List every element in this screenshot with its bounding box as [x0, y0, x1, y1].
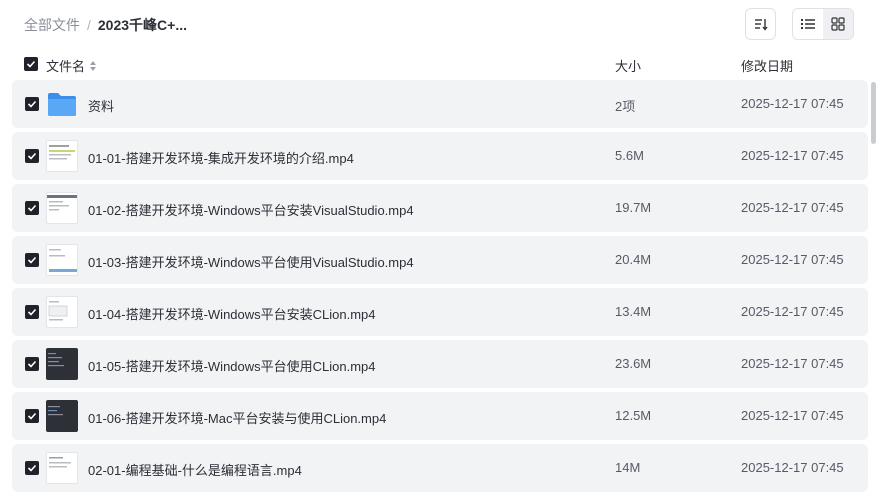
sort-button[interactable] — [745, 8, 776, 40]
check-icon — [27, 412, 37, 420]
file-size: 23.6M — [615, 356, 652, 371]
file-size: 19.7M — [615, 200, 652, 215]
table-row[interactable]: 01-05-搭建开发环境-Windows平台使用CLion.mp4 23.6M … — [12, 340, 868, 388]
file-size: 2项 — [615, 99, 636, 114]
column-header-name[interactable]: 文件名 — [46, 56, 97, 75]
file-size: 14M — [615, 460, 641, 475]
sort-toggle-icon — [90, 60, 97, 71]
folder-icon — [46, 88, 78, 120]
check-icon — [27, 100, 37, 108]
file-name[interactable]: 01-05-搭建开发环境-Windows平台使用CLion.mp4 — [88, 356, 376, 375]
breadcrumb-current: 2023千峰C+... — [97, 17, 187, 33]
table-row[interactable]: 01-01-搭建开发环境-集成开发环境的介绍.mp4 5.6M 2025-12-… — [12, 132, 868, 180]
column-header-name-label: 文件名 — [46, 59, 86, 74]
row-checkbox[interactable] — [25, 461, 39, 475]
video-thumbnail-icon — [46, 192, 78, 224]
row-checkbox[interactable] — [25, 201, 39, 215]
grid-view-icon — [831, 17, 845, 31]
table-header: 文件名 大小 修改日期 — [0, 50, 878, 78]
check-icon — [27, 152, 37, 160]
file-date: 2025-12-17 07:45 — [741, 408, 844, 423]
file-size: 13.4M — [615, 304, 652, 319]
check-icon — [27, 360, 37, 368]
table-row[interactable]: 01-06-搭建开发环境-Mac平台安装与使用CLion.mp4 12.5M 2… — [12, 392, 868, 440]
row-checkbox[interactable] — [25, 409, 39, 423]
grid-view-button[interactable] — [823, 9, 853, 39]
video-thumbnail-icon — [46, 348, 78, 380]
column-header-size[interactable]: 大小 — [615, 56, 641, 75]
row-checkbox[interactable] — [25, 97, 39, 111]
file-date: 2025-12-17 07:45 — [741, 148, 844, 163]
check-icon — [27, 308, 37, 316]
row-checkbox[interactable] — [25, 305, 39, 319]
top-bar: 全部文件 / 2023千峰C+... — [0, 0, 878, 48]
row-checkbox[interactable] — [25, 253, 39, 267]
file-name[interactable]: 01-06-搭建开发环境-Mac平台安装与使用CLion.mp4 — [88, 408, 386, 427]
table-row[interactable]: 01-04-搭建开发环境-Windows平台安装CLion.mp4 13.4M … — [12, 288, 868, 336]
file-name[interactable]: 02-01-编程基础-什么是编程语言.mp4 — [88, 460, 302, 479]
file-date: 2025-12-17 07:45 — [741, 252, 844, 267]
breadcrumb: 全部文件 / 2023千峰C+... — [24, 15, 187, 35]
check-icon — [26, 60, 36, 68]
row-checkbox[interactable] — [25, 357, 39, 371]
breadcrumb-root[interactable]: 全部文件 — [24, 15, 80, 35]
file-date: 2025-12-17 07:45 — [741, 460, 844, 475]
column-header-date[interactable]: 修改日期 — [741, 56, 793, 75]
check-icon — [27, 204, 37, 212]
table-row[interactable]: 01-02-搭建开发环境-Windows平台安装VisualStudio.mp4… — [12, 184, 868, 232]
row-checkbox[interactable] — [25, 149, 39, 163]
video-thumbnail-icon — [46, 140, 78, 172]
video-thumbnail-icon — [46, 400, 78, 432]
file-size: 12.5M — [615, 408, 652, 423]
file-name[interactable]: 01-02-搭建开发环境-Windows平台安装VisualStudio.mp4 — [88, 200, 414, 219]
list-view-button[interactable] — [793, 9, 823, 39]
table-row[interactable]: 资料 2项 2025-12-17 07:45 — [12, 80, 868, 128]
file-date: 2025-12-17 07:45 — [741, 200, 844, 215]
file-date: 2025-12-17 07:45 — [741, 304, 844, 319]
sort-icon — [754, 19, 768, 31]
file-name[interactable]: 01-01-搭建开发环境-集成开发环境的介绍.mp4 — [88, 148, 354, 167]
table-row[interactable]: 02-01-编程基础-什么是编程语言.mp4 14M 2025-12-17 07… — [12, 444, 868, 492]
file-name[interactable]: 资料 — [88, 96, 114, 115]
scrollbar-thumb[interactable] — [871, 82, 876, 144]
file-name[interactable]: 01-03-搭建开发环境-Windows平台使用VisualStudio.mp4 — [88, 252, 414, 271]
file-date: 2025-12-17 07:45 — [741, 96, 844, 111]
video-thumbnail-icon — [46, 244, 78, 276]
check-icon — [27, 464, 37, 472]
file-size: 20.4M — [615, 252, 652, 267]
list-view-icon — [801, 19, 815, 29]
check-icon — [27, 256, 37, 264]
breadcrumb-separator: / — [87, 17, 91, 33]
file-name[interactable]: 01-04-搭建开发环境-Windows平台安装CLion.mp4 — [88, 304, 376, 323]
select-all-checkbox[interactable] — [24, 57, 38, 71]
video-thumbnail-icon — [46, 452, 78, 484]
video-thumbnail-icon — [46, 296, 78, 328]
view-toggle — [792, 8, 854, 40]
file-date: 2025-12-17 07:45 — [741, 356, 844, 371]
file-size: 5.6M — [615, 148, 644, 163]
table-row[interactable]: 01-03-搭建开发环境-Windows平台使用VisualStudio.mp4… — [12, 236, 868, 284]
